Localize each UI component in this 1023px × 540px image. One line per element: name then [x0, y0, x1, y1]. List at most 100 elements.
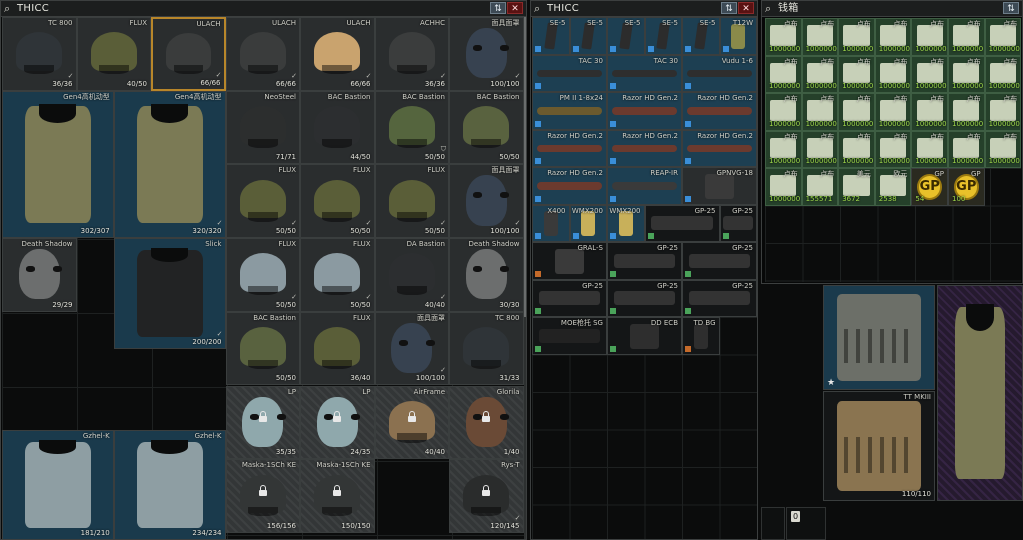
stash-item-bac-bastion[interactable]: BAC Bastion 50/50	[449, 90, 524, 165]
attachment-gp-25[interactable]: GP-25	[682, 279, 757, 317]
currency-gp[interactable]: GP GP 54	[911, 168, 948, 206]
stash-slot[interactable]	[761, 507, 785, 540]
attachment-vudu-1-6[interactable]: Vudu 1-6	[682, 54, 757, 92]
stash-item-death-shadow[interactable]: Death Shadow 29/29	[2, 238, 77, 312]
attachment-gp-25[interactable]: GP-25	[607, 242, 682, 280]
stash-item-bac-bastion[interactable]: BAC Bastion 50/50 ⛉	[374, 90, 449, 165]
currency-item[interactable]: 卢布 1000000	[838, 130, 875, 168]
stash-item-tc-800[interactable]: TC 800 31/33	[449, 311, 524, 386]
stash-item-ulach[interactable]: ULACH 66/66 ✓	[151, 17, 226, 91]
stash-item-item[interactable]: ★	[823, 285, 935, 390]
currency-item[interactable]: 卢布 1000000	[838, 18, 875, 56]
currency-item[interactable]: 卢布 1000000	[801, 93, 839, 131]
sort-icon[interactable]: ⇅	[1003, 2, 1019, 14]
attachment-x400[interactable]: X400	[532, 204, 570, 242]
attachment-gp-25[interactable]: GP-25	[719, 204, 757, 242]
currency-item[interactable]: 卢布 1000000	[984, 130, 1022, 168]
attachment-gral-s[interactable]: GRAL-S	[532, 242, 607, 280]
currency-item[interactable]: 卢布 1000000	[801, 55, 839, 93]
stash-item-flux[interactable]: FLUX 40/50	[76, 17, 151, 91]
stash-item-tc-800[interactable]: TC 800 36/36 ✓	[2, 17, 77, 91]
attachment-tac-30[interactable]: TAC 30	[532, 54, 607, 92]
scrollbar-thumb[interactable]	[524, 17, 526, 317]
currency-item[interactable]: 卢布 1000000	[948, 93, 985, 131]
stash-item-achhc[interactable]: ACHHC 36/36 ✓	[374, 17, 449, 91]
stash-item-slick[interactable]: Slick 200/200 ✓	[113, 238, 226, 349]
currency-item[interactable]: 卢布 1000000	[765, 18, 802, 56]
stash-item-bac-bastion[interactable]: BAC Bastion 50/50	[225, 311, 300, 386]
stash-item-gzhel-k[interactable]: Gzhel-K 181/210	[2, 429, 114, 539]
attachment-dd-ecb[interactable]: DD ECB	[607, 317, 682, 355]
currency-item[interactable]: 卢布 1000000	[948, 18, 985, 56]
currency-item[interactable]: 卢布 1000000	[765, 55, 802, 93]
window-titlebar[interactable]: ⌕ 钱箱 ⇅	[762, 1, 1022, 17]
attachment-razor-hd-gen-2[interactable]: Razor HD Gen.2	[607, 129, 682, 167]
stash-item-flux[interactable]: FLUX 50/50 ✓	[374, 164, 449, 239]
stash-item-lp[interactable]: LP 24/35	[300, 385, 375, 460]
stash-item-flux[interactable]: FLUX 50/50 ✓	[225, 238, 300, 312]
stash-item-flux[interactable]: FLUX 50/50 ✓	[225, 164, 300, 239]
currency-item[interactable]: 卢布 1000000	[911, 18, 948, 56]
currency-item[interactable]: 卢布 1000000	[838, 55, 875, 93]
stash-item-flux[interactable]: FLUX 50/50 ✓	[300, 238, 375, 312]
attachment-razor-hd-gen-2[interactable]: Razor HD Gen.2	[607, 92, 682, 130]
currency-item[interactable]: 卢布 1000000	[984, 18, 1022, 56]
stash-item-ulach[interactable]: ULACH 66/66 ✓	[300, 17, 375, 91]
attachment-wmx200[interactable]: WMX200	[607, 204, 645, 242]
stash-item-ulach[interactable]: ULACH 66/66 ✓	[225, 17, 300, 91]
currency-item[interactable]: 卢布 1000000	[948, 55, 985, 93]
stash-item-da-bastion[interactable]: DA Bastion 40/40 ✓	[374, 238, 449, 312]
close-icon[interactable]: ✕	[507, 2, 523, 14]
stash-item-maska-1sch-ke[interactable]: Maska-1SCh KE 150/150	[300, 459, 375, 533]
currency-gp[interactable]: GP GP 100	[948, 168, 985, 206]
currency-item[interactable]: 卢布 1000000	[948, 130, 985, 168]
attachment-reap-ir[interactable]: REAP-IR	[607, 167, 682, 205]
currency-item[interactable]: 卢布 1000000	[874, 55, 912, 93]
currency-item[interactable]: 卢布 1000000	[765, 93, 802, 131]
currency-item[interactable]: 卢布 1000000	[874, 130, 912, 168]
currency-item[interactable]: 卢布 1000000	[765, 130, 802, 168]
attachment-razor-hd-gen-2[interactable]: Razor HD Gen.2	[532, 129, 607, 167]
stash-item-bac-bastion[interactable]: BAC Bastion 44/50	[300, 90, 375, 165]
stash-item-rys-t[interactable]: Rys-T 120/145 ✓	[449, 459, 524, 533]
currency-item[interactable]: 卢布 1000000	[801, 18, 839, 56]
stash-item-airframe[interactable]: AirFrame 40/40	[374, 385, 449, 460]
stash-item-glorila[interactable]: Glorila 1/40	[449, 385, 524, 460]
currency-item[interactable]: 卢布 1000000	[838, 93, 875, 131]
attachment-gp-25[interactable]: GP-25	[532, 279, 607, 317]
stash-slot[interactable]: 0	[786, 507, 826, 540]
attachment-se-5[interactable]: SE-5	[532, 17, 570, 55]
currency-item[interactable]: 卢布 1000000	[874, 18, 912, 56]
search-icon[interactable]: ⌕	[534, 2, 540, 15]
currency-item[interactable]: 卢布 1000000	[911, 93, 948, 131]
stash-item-partial[interactable]	[937, 285, 1023, 501]
attachment-se-5[interactable]: SE-5	[644, 17, 682, 55]
stash-item-lp[interactable]: LP 35/35	[225, 385, 300, 460]
currency-item[interactable]: 卢布 1000000	[984, 93, 1022, 131]
attachment-td-bg[interactable]: TD BG	[682, 317, 720, 355]
attachment-se-5[interactable]: SE-5	[569, 17, 607, 55]
attachment-pm-ii-1-8x24[interactable]: PM II 1-8x24	[532, 92, 607, 130]
stash-item-death-shadow[interactable]: Death Shadow 30/30	[449, 238, 524, 312]
attachment-se-5[interactable]: SE-5	[607, 17, 645, 55]
currency-item[interactable]: 美元 3672	[838, 168, 875, 206]
attachment-gpnvg-18[interactable]: GPNVG-18	[682, 167, 757, 205]
attachment-razor-hd-gen-2[interactable]: Razor HD Gen.2	[532, 167, 607, 205]
attachment-razor-hd-gen-2[interactable]: Razor HD Gen.2	[682, 129, 757, 167]
stash-item-flux[interactable]: FLUX 36/40	[300, 311, 375, 386]
stash-item-flux[interactable]: FLUX 50/50 ✓	[300, 164, 375, 239]
window-titlebar[interactable]: ⌕ THICC ⇅ ✕	[531, 1, 757, 17]
currency-item[interactable]: 卢布 1000000	[984, 55, 1022, 93]
stash-item-item[interactable]: 面具面罩 100/100 ✓	[374, 311, 449, 386]
currency-item[interactable]: 欧元 2538	[874, 168, 912, 206]
stash-item-tt-mkiii[interactable]: TT MKIII 110/110	[823, 391, 935, 501]
attachment-se-5[interactable]: SE-5	[682, 17, 720, 55]
sort-icon[interactable]: ⇅	[490, 2, 506, 14]
currency-item[interactable]: 卢布 155571	[801, 168, 839, 206]
search-icon[interactable]: ⌕	[765, 2, 771, 15]
stash-item-gen4[interactable]: Gen4高机动型 320/320 ✓	[113, 90, 226, 239]
currency-item[interactable]: 卢布 1000000	[874, 93, 912, 131]
currency-item[interactable]: 卢布 1000000	[911, 55, 948, 93]
stash-item-item[interactable]: 面具面罩 100/100 ✓	[449, 17, 524, 91]
stash-item-maska-1sch-ke[interactable]: Maska-1SCh KE 156/156	[225, 459, 300, 533]
